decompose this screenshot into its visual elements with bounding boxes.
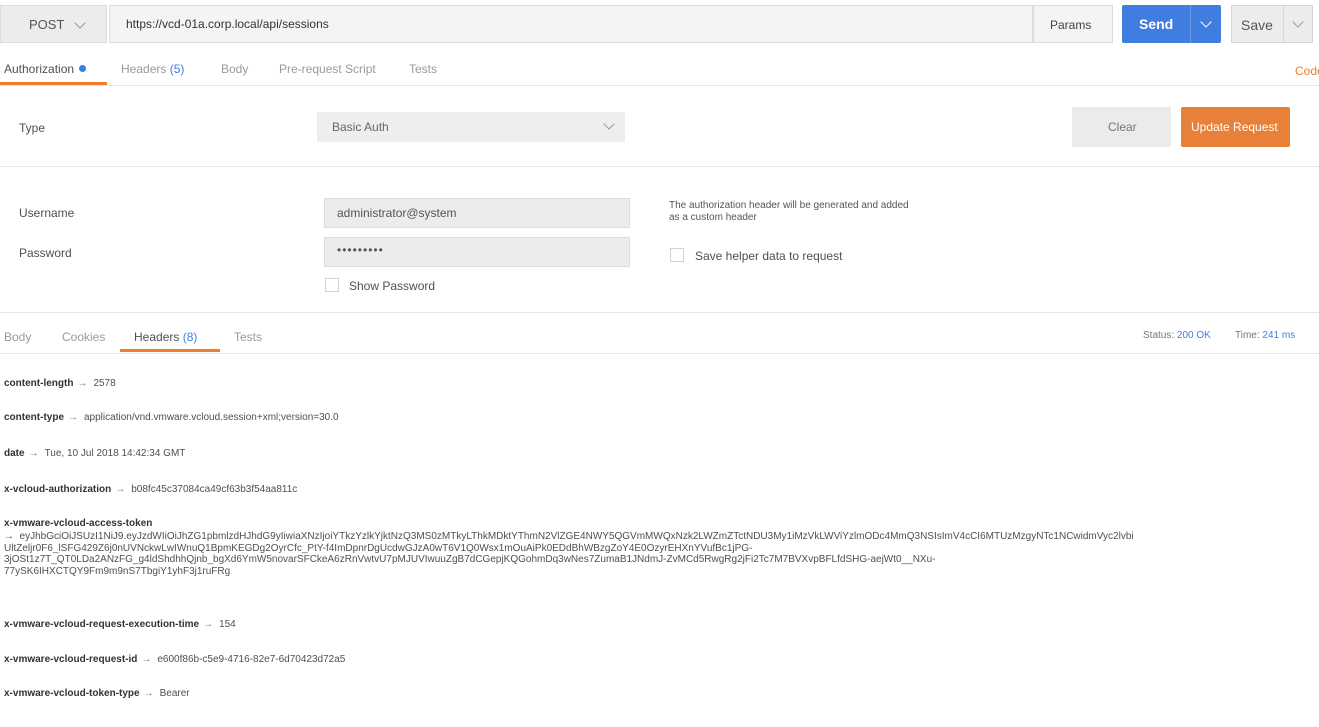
header-value: e600f86b-c5e9-4716-82e7-6d70423d72a5 xyxy=(157,654,346,665)
response-tab-headers[interactable]: Headers (8) xyxy=(134,330,197,344)
chevron-down-icon xyxy=(603,118,615,130)
method-dropdown[interactable]: POST xyxy=(0,5,107,43)
save-helper-checkbox[interactable] xyxy=(670,248,684,262)
active-response-tab-underline xyxy=(120,349,220,352)
time-indicator: Time: 241 ms xyxy=(1235,330,1295,341)
update-request-button[interactable]: Update Request xyxy=(1181,107,1290,147)
arrow-icon: → xyxy=(115,484,126,495)
show-password-label: Show Password xyxy=(349,279,436,293)
response-tab-body[interactable]: Body xyxy=(4,330,31,344)
header-key: content-length xyxy=(4,378,74,389)
divider xyxy=(0,85,1319,86)
header-key: x-vcloud-authorization xyxy=(4,484,112,495)
arrow-icon: → xyxy=(28,448,39,459)
header-value: 154 xyxy=(219,619,236,630)
header-row: x-vmware-vcloud-token-type → Bearer xyxy=(4,688,190,699)
response-tab-tests[interactable]: Tests xyxy=(234,330,262,344)
status-indicator: Status: 200 OK xyxy=(1143,330,1211,341)
header-value: 2578 xyxy=(93,378,116,389)
header-key: x-vmware-vcloud-token-type xyxy=(4,688,140,699)
header-row: content-length → 2578 xyxy=(4,378,116,389)
header-key: x-vmware-vcloud-request-execution-time xyxy=(4,619,200,630)
header-value: b08fc45c37084ca49cf63b3f54aa811c xyxy=(131,484,298,495)
show-password-checkbox[interactable] xyxy=(325,278,339,292)
params-button[interactable]: Params xyxy=(1033,5,1113,43)
password-label: Password xyxy=(19,246,72,260)
tab-authorization[interactable]: Authorization xyxy=(4,62,87,76)
header-value: Bearer xyxy=(159,688,190,699)
tab-authorization-label: Authorization xyxy=(4,62,75,76)
password-value: ••••••••• xyxy=(337,243,384,257)
arrow-icon: → xyxy=(203,619,214,630)
time-label: Time: xyxy=(1235,330,1260,341)
header-row: x-vmware-vcloud-access-token xyxy=(4,518,152,529)
save-options-chevron-icon[interactable] xyxy=(1292,16,1304,28)
divider xyxy=(0,312,1319,313)
arrow-icon: → xyxy=(141,654,152,665)
clear-button[interactable]: Clear xyxy=(1072,107,1171,147)
header-row: x-vmware-vcloud-request-execution-time → 1… xyxy=(4,619,236,630)
time-value: 241 ms xyxy=(1262,330,1296,341)
save-button[interactable]: Save xyxy=(1231,5,1313,43)
username-label: Username xyxy=(19,206,75,220)
send-divider xyxy=(1190,5,1191,43)
header-key: x-vmware-vcloud-request-id xyxy=(4,654,138,665)
password-field[interactable]: ••••••••• xyxy=(324,237,630,267)
arrow-icon: → xyxy=(68,412,78,423)
header-row: date → Tue, 10 Jul 2018 14:42:34 GMT xyxy=(4,448,185,459)
send-button[interactable]: Send xyxy=(1122,5,1221,43)
tab-headers-label: Headers xyxy=(121,62,167,76)
response-tab-headers-count: (8) xyxy=(182,330,198,344)
username-value: administrator@system xyxy=(337,206,457,220)
arrow-icon: → xyxy=(143,688,154,699)
tab-body[interactable]: Body xyxy=(221,62,248,76)
tab-headers[interactable]: Headers (5) xyxy=(121,62,184,76)
code-link[interactable]: Code xyxy=(1295,64,1319,78)
update-request-label: Update Request xyxy=(1191,120,1278,134)
status-value: 200 OK xyxy=(1176,330,1211,341)
header-key: content-type xyxy=(4,412,64,423)
access-token-value: → eyJhbGciOiJSUzI1NiJ9.eyJzdWIiOiJhZG1pb… xyxy=(4,531,1134,577)
header-row: content-type → application/vnd.vmware.vclo… xyxy=(4,412,339,423)
auth-type-value: Basic Auth xyxy=(332,120,389,134)
save-label: Save xyxy=(1241,17,1273,33)
tab-headers-count: (5) xyxy=(169,62,185,76)
clear-label: Clear xyxy=(1108,120,1137,134)
status-label: Status: xyxy=(1143,330,1175,341)
url-text: https://vcd-01a.corp.local/api/sessions xyxy=(126,17,329,31)
response-tab-headers-label: Headers xyxy=(134,330,180,344)
url-input[interactable]: https://vcd-01a.corp.local/api/sessions xyxy=(109,5,1033,43)
divider xyxy=(0,353,1319,354)
chevron-down-icon xyxy=(74,17,86,29)
header-value: application/vnd.vmware.vcloud.session+xm… xyxy=(84,412,339,423)
header-key: date xyxy=(4,448,25,459)
save-divider xyxy=(1283,6,1284,42)
username-field[interactable]: administrator@system xyxy=(324,198,630,228)
send-options-chevron-icon[interactable] xyxy=(1200,16,1212,28)
header-key: x-vmware-vcloud-access-token xyxy=(4,518,153,529)
request-bar: POST https://vcd-01a.corp.local/api/sess… xyxy=(0,0,1319,50)
auth-note: The authorization header will be generat… xyxy=(669,200,909,223)
params-label: Params xyxy=(1050,18,1092,32)
response-tab-cookies[interactable]: Cookies xyxy=(62,330,105,344)
tab-tests[interactable]: Tests xyxy=(409,62,437,76)
header-row: x-vcloud-authorization → b08fc45c37084ca49… xyxy=(4,484,297,495)
method-label: POST xyxy=(29,17,65,32)
header-row: x-vmware-vcloud-request-id → e600f86b-c5e9… xyxy=(4,654,345,665)
auth-type-select[interactable]: Basic Auth xyxy=(317,112,625,142)
save-helper-label: Save helper data to request xyxy=(695,249,843,263)
send-label: Send xyxy=(1139,16,1174,32)
divider xyxy=(0,166,1319,167)
arrow-icon: → xyxy=(77,378,88,389)
active-dot-icon xyxy=(79,65,87,72)
type-label: Type xyxy=(19,121,46,135)
header-value: Tue, 10 Jul 2018 14:42:34 GMT xyxy=(44,448,186,459)
tab-prerequest-script[interactable]: Pre-request Script xyxy=(279,62,376,76)
